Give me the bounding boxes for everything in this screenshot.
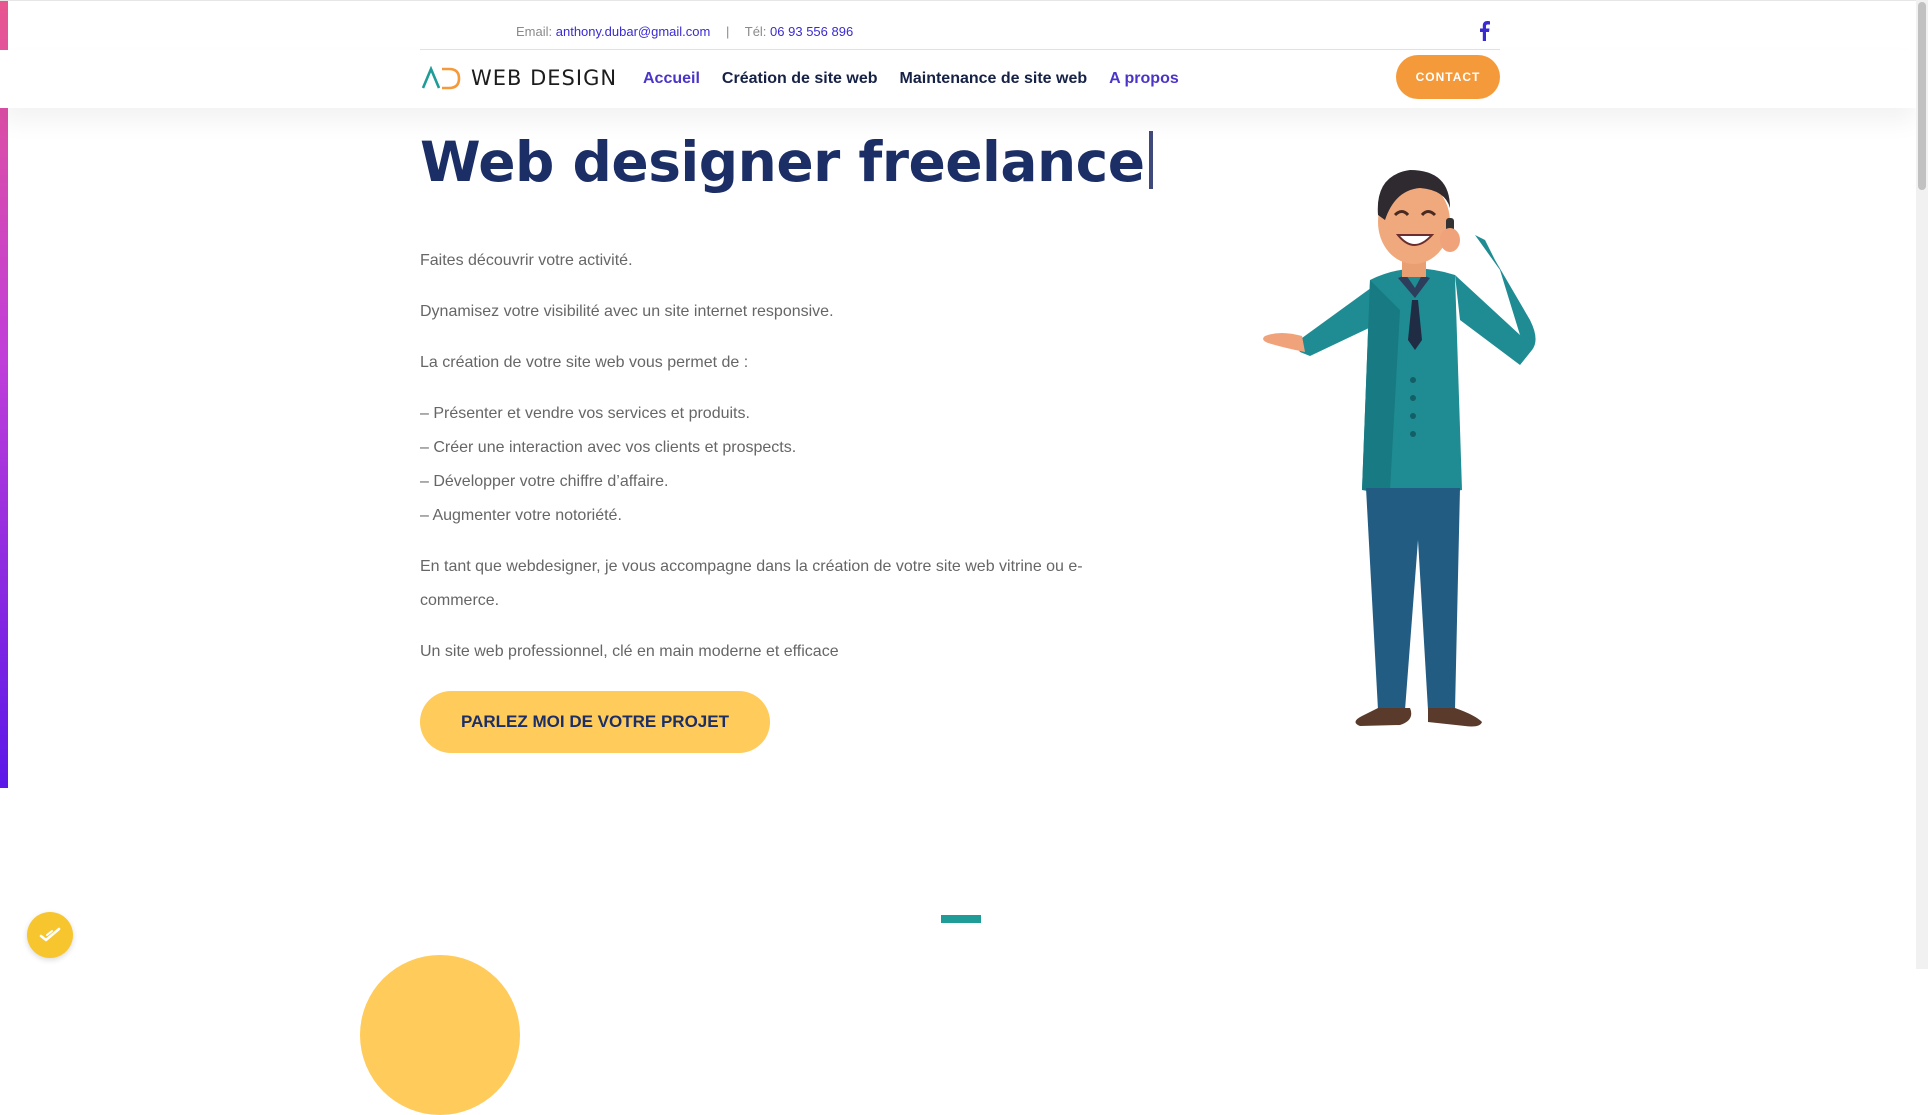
project-cta-button[interactable]: PARLEZ MOI DE VOTRE PROJET xyxy=(420,691,770,753)
contact-button[interactable]: CONTACT xyxy=(1396,55,1500,99)
phone-label: Tél: xyxy=(744,24,767,39)
email-link[interactable]: anthony.dubar@gmail.com xyxy=(556,24,711,39)
list-item: – Augmenter votre notoriété. xyxy=(420,507,622,524)
email-label: Email: xyxy=(516,24,553,39)
separator: | xyxy=(725,24,730,39)
scrollbar-thumb[interactable] xyxy=(1918,2,1926,190)
decorative-circle xyxy=(360,955,520,1115)
businessman-illustration xyxy=(1263,170,1536,727)
hero-paragraph: Faites découvrir votre activité. xyxy=(420,252,633,269)
facebook-icon[interactable] xyxy=(1478,21,1492,43)
hero-paragraph: Dynamisez votre visibilité avec un site … xyxy=(420,303,834,320)
hero-paragraph: En tant que webdesigner, je vous accompa… xyxy=(420,558,1083,609)
hero-title-text: Web designer freelance xyxy=(420,130,1145,194)
hero-paragraph: Un site web professionnel, clé en main m… xyxy=(420,643,839,660)
logo-text: WEB DESIGN xyxy=(471,66,618,90)
hero-text: Faites découvrir votre activité. Dynamis… xyxy=(420,244,1140,686)
typing-caret xyxy=(1148,131,1153,189)
hero-paragraph: La création de votre site web vous perme… xyxy=(420,354,749,371)
nav-creation-site-web[interactable]: Création de site web xyxy=(722,70,878,88)
hero-title: Web designer freelance xyxy=(420,130,1153,194)
left-gradient-strip xyxy=(0,0,8,788)
nav-maintenance-site-web[interactable]: Maintenance de site web xyxy=(900,70,1088,88)
contact-info: Email: anthony.dubar@gmail.com | Tél: 06… xyxy=(516,24,853,39)
site-logo[interactable]: WEB DESIGN xyxy=(421,65,617,91)
list-item: – Développer votre chiffre d’affaire. xyxy=(420,473,669,490)
benefits-list: – Présenter et vendre vos services et pr… xyxy=(420,397,1140,533)
nav-accueil[interactable]: Accueil xyxy=(643,70,700,88)
page-scrollbar[interactable] xyxy=(1916,0,1928,969)
top-contact-bar: Email: anthony.dubar@gmail.com | Tél: 06… xyxy=(0,0,1916,50)
nav-a-propos[interactable]: A propos xyxy=(1109,70,1179,88)
list-item: – Créer une interaction avec vos clients… xyxy=(420,439,797,456)
main-navbar: WEB DESIGN Accueil Création de site web … xyxy=(0,50,1916,108)
checkmark-badge[interactable] xyxy=(27,912,73,958)
section-accent-bar xyxy=(941,915,981,923)
nav-menu: Accueil Création de site web Maintenance… xyxy=(643,70,1179,88)
phone-link[interactable]: 06 93 556 896 xyxy=(770,24,853,39)
list-item: – Présenter et vendre vos services et pr… xyxy=(420,405,750,422)
checkmark-icon xyxy=(39,927,61,942)
logo-mark-icon xyxy=(421,66,461,90)
